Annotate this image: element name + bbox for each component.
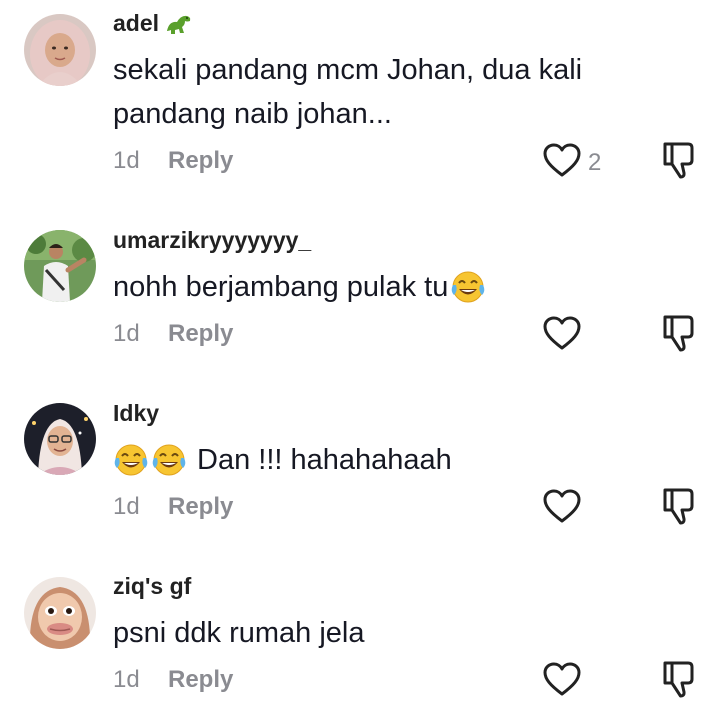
- dislike-button[interactable]: [660, 486, 696, 531]
- dislike-button[interactable]: [660, 313, 696, 358]
- face-with-tears-of-joy-icon: [450, 269, 486, 305]
- username-text: Idky: [113, 400, 160, 426]
- thumbs-down-outline-icon: [660, 142, 696, 184]
- username-text: umarzikryyyyyyy_: [113, 227, 312, 253]
- face-with-tears-of-joy-icon: [151, 442, 187, 478]
- avatar[interactable]: [24, 14, 96, 86]
- like-button[interactable]: [542, 315, 588, 356]
- heart-outline-icon: [542, 315, 582, 356]
- thumbs-down-outline-icon: [660, 315, 696, 357]
- comment-text-content: Dan !!! hahahahaah: [197, 444, 452, 476]
- like-button[interactable]: 2: [542, 142, 601, 183]
- comment-username[interactable]: Idky: [113, 400, 159, 427]
- comment-text: Dan !!! hahahahaah: [113, 438, 653, 482]
- comment-text: sekali pandang mcm Johan, dua kali panda…: [113, 48, 653, 136]
- thumbs-down-outline-icon: [660, 661, 696, 703]
- heart-outline-icon: [542, 142, 582, 183]
- reply-button[interactable]: Reply: [168, 320, 233, 348]
- comment-text: nohh berjambang pulak tu: [113, 265, 653, 309]
- comment-username[interactable]: ziq's gf: [113, 573, 191, 600]
- comment-timestamp: 1d: [113, 493, 140, 520]
- dislike-button[interactable]: [660, 659, 696, 704]
- comment-timestamp: 1d: [113, 320, 140, 347]
- comment-text-content: sekali pandang mcm Johan, dua kali panda…: [113, 54, 583, 130]
- comment-text: psni ddk rumah jela: [113, 611, 653, 655]
- like-count: 2: [588, 148, 602, 176]
- comment-timestamp: 1d: [113, 666, 140, 693]
- comment-username[interactable]: umarzikryyyyyyy_: [113, 227, 311, 254]
- dinosaur-emoji-icon: [163, 11, 193, 37]
- reply-button[interactable]: Reply: [168, 493, 233, 521]
- avatar[interactable]: [24, 230, 96, 302]
- heart-outline-icon: [542, 661, 582, 702]
- avatar[interactable]: [24, 577, 96, 649]
- comment-text-content: nohh berjambang pulak tu: [113, 271, 449, 303]
- like-button[interactable]: [542, 488, 588, 529]
- face-with-tears-of-joy-icon: [113, 442, 149, 478]
- reply-button[interactable]: Reply: [168, 666, 233, 694]
- username-text: adel: [113, 10, 160, 36]
- heart-outline-icon: [542, 488, 582, 529]
- comment-text-content: psni ddk rumah jela: [113, 617, 365, 649]
- comment-list: adel sekali pandang mcm Johan, dua kali …: [0, 0, 720, 712]
- avatar[interactable]: [24, 403, 96, 475]
- like-button[interactable]: [542, 661, 588, 702]
- username-text: ziq's gf: [113, 573, 192, 599]
- thumbs-down-outline-icon: [660, 488, 696, 530]
- comment-username[interactable]: adel: [113, 10, 193, 37]
- reply-button[interactable]: Reply: [168, 147, 233, 175]
- comment-timestamp: 1d: [113, 147, 140, 174]
- dislike-button[interactable]: [660, 140, 696, 185]
